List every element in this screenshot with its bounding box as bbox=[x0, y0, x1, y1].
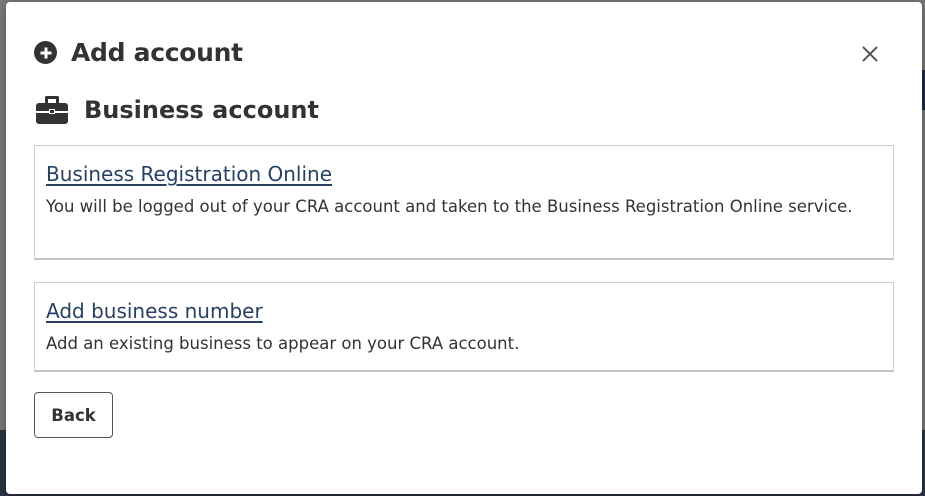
modal-header: Add account bbox=[34, 38, 243, 67]
add-business-number-link[interactable]: Add business number bbox=[46, 299, 263, 323]
plus-circle-icon bbox=[34, 41, 57, 64]
option-card-add-business-number: Add business number Add an existing busi… bbox=[34, 282, 894, 372]
option-description: Add an existing business to appear on yo… bbox=[46, 334, 520, 353]
modal-title: Add account bbox=[71, 38, 243, 67]
option-card-business-registration: Business Registration Online You will be… bbox=[34, 145, 894, 260]
section-title: Business account bbox=[84, 96, 319, 124]
option-description: You will be logged out of your CRA accou… bbox=[46, 197, 853, 216]
back-button[interactable]: Back bbox=[34, 392, 113, 438]
briefcase-icon bbox=[36, 96, 68, 124]
close-icon[interactable] bbox=[858, 42, 882, 66]
add-account-modal: Add account Business account Business Re… bbox=[6, 2, 922, 494]
section-heading: Business account bbox=[36, 96, 319, 124]
business-registration-online-link[interactable]: Business Registration Online bbox=[46, 162, 332, 186]
